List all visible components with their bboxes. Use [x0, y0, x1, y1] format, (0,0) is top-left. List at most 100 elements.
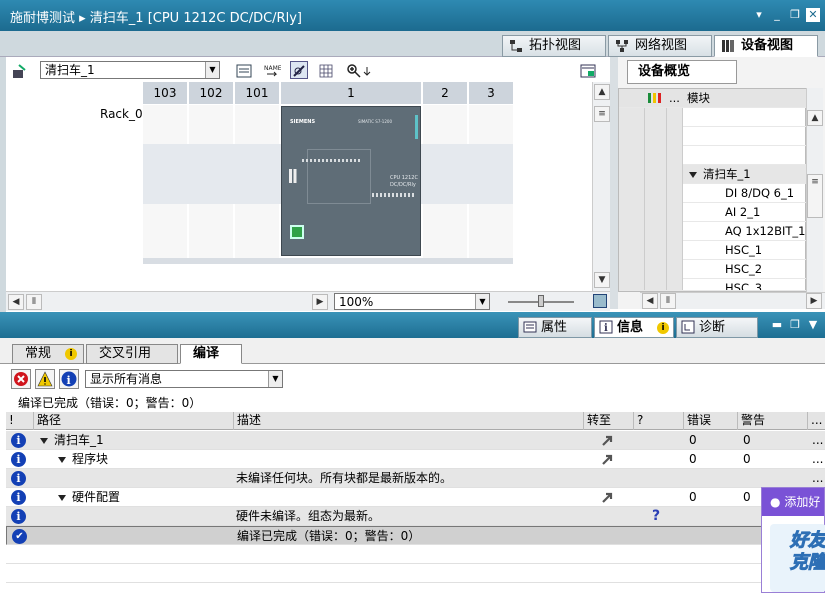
- name-toggle-icon[interactable]: NAME: [262, 61, 282, 79]
- expand-icon[interactable]: [58, 494, 66, 501]
- scroll-left-icon[interactable]: ◀: [642, 293, 658, 309]
- scroll-thumb[interactable]: ≡: [594, 106, 610, 122]
- message-table: ! 路径 描述 转至 ? 错误 警告 ... i 清扫车_1 0 0 ... i…: [6, 412, 825, 593]
- table-row[interactable]: i 程序块 0 0 ...: [6, 450, 825, 469]
- canvas-hscroll[interactable]: ◀ ⦀ ▶ 100% ▼: [6, 291, 610, 311]
- row-description: 未编译任何块。所有块都是最新版本的。: [236, 471, 453, 485]
- list-item[interactable]: [619, 146, 807, 165]
- zoom-slider[interactable]: [508, 295, 574, 307]
- chat-popup[interactable]: ● 添加好 好友 克隆: [761, 487, 825, 593]
- grid-icon[interactable]: [316, 61, 334, 79]
- overview-splitter[interactable]: [610, 57, 618, 309]
- tab-info[interactable]: i 信息 i: [594, 317, 674, 338]
- overview-vscroll[interactable]: ▲ ≡: [806, 88, 823, 292]
- table-row[interactable]: i 硬件未编译。组态为最新。 ?: [6, 507, 825, 526]
- collapse-icon[interactable]: ▾: [752, 8, 766, 22]
- float-icon[interactable]: ▬: [770, 318, 784, 332]
- tab-network-view[interactable]: 网络视图: [608, 35, 712, 57]
- expand-icon[interactable]: [689, 171, 697, 178]
- restore-icon[interactable]: ❐: [788, 318, 802, 332]
- list-item[interactable]: DI 8/DQ 6_1: [619, 184, 807, 203]
- chevron-down-icon[interactable]: ▼: [205, 62, 219, 78]
- expand-icon[interactable]: [58, 456, 66, 463]
- device-canvas[interactable]: 103 102 101 1 2 3 Rack_0 SIEMENS SIMATIC…: [6, 82, 610, 291]
- scroll-right-icon[interactable]: ▶: [312, 294, 328, 310]
- tab-general-label: 常规: [25, 346, 52, 361]
- scroll-right-icon[interactable]: ▶: [806, 293, 822, 309]
- table-row[interactable]: i 未编译任何块。所有块都是最新版本的。 ...: [6, 469, 825, 488]
- goto-arrow-icon[interactable]: [601, 491, 614, 504]
- minimize-icon[interactable]: _: [770, 8, 784, 22]
- close-icon[interactable]: ✕: [806, 8, 820, 22]
- scroll-up-icon[interactable]: ▲: [807, 110, 823, 126]
- col-warnings[interactable]: 警告: [738, 412, 808, 430]
- ethernet-port-icon[interactable]: [290, 225, 304, 239]
- scroll-left-icon[interactable]: ◀: [8, 294, 24, 310]
- overview-toggle-icon[interactable]: [578, 61, 596, 79]
- table-row[interactable]: i 硬件配置 0 0: [6, 488, 825, 507]
- chat-popup-header[interactable]: ● 添加好: [762, 488, 824, 516]
- message-filter-select[interactable]: 显示所有消息 ▼: [85, 370, 283, 388]
- status-led-bar: [415, 115, 418, 139]
- row-errors: 0: [689, 452, 697, 466]
- list-item[interactable]: HSC_3: [619, 279, 807, 291]
- tab-device-overview[interactable]: 设备概览: [627, 60, 737, 84]
- overview-hscroll[interactable]: ◀ ⦀ ▶: [640, 292, 825, 309]
- device-select[interactable]: 清扫车_1 ▼: [40, 61, 220, 79]
- zoom-slider-handle[interactable]: [538, 295, 544, 307]
- scroll-up-icon[interactable]: ▲: [594, 84, 610, 100]
- info-filter-icon[interactable]: i: [59, 369, 79, 389]
- list-item[interactable]: AQ 1x12BIT_1: [619, 222, 807, 241]
- row-description: 编译已完成（错误：0；警告：0）: [237, 529, 421, 543]
- row-warnings: 0: [743, 490, 751, 504]
- plc-cpu-module[interactable]: SIEMENS SIMATIC S7-1200 CPU 1212C DC/DC/…: [281, 106, 421, 256]
- list-item[interactable]: 清扫车_1: [619, 165, 807, 184]
- tab-info-label: 信息: [617, 320, 644, 335]
- show-modules-icon[interactable]: [234, 61, 252, 79]
- chevron-down-icon[interactable]: ▼: [475, 294, 489, 309]
- tab-diagnostics[interactable]: 诊断: [676, 317, 758, 338]
- col-description[interactable]: 描述: [234, 412, 584, 430]
- tab-device-view[interactable]: 设备视图: [714, 35, 818, 57]
- list-item[interactable]: [619, 127, 807, 146]
- slot-header: 3: [469, 82, 513, 104]
- fit-view-icon[interactable]: [593, 294, 607, 308]
- tab-cross-reference[interactable]: 交叉引用: [86, 344, 178, 364]
- warning-filter-icon[interactable]: [35, 369, 55, 389]
- help-icon[interactable]: ?: [652, 507, 660, 526]
- scroll-thumb[interactable]: ⦀: [660, 293, 676, 309]
- tab-topology-view[interactable]: 拓扑视图: [502, 35, 606, 57]
- error-filter-icon[interactable]: [11, 369, 31, 389]
- col-path[interactable]: 路径: [34, 412, 234, 430]
- list-item[interactable]: HSC_1: [619, 241, 807, 260]
- zoom-select[interactable]: 100% ▼: [334, 293, 490, 310]
- tab-properties[interactable]: 属性: [518, 317, 592, 338]
- scroll-thumb[interactable]: ≡: [807, 174, 823, 218]
- col-goto[interactable]: 转至: [584, 412, 634, 430]
- goto-arrow-icon[interactable]: [601, 434, 614, 447]
- view-mode-icon[interactable]: [290, 61, 308, 79]
- chevron-down-icon[interactable]: ▼: [268, 371, 282, 387]
- svg-text:NAME: NAME: [264, 65, 281, 72]
- list-item[interactable]: HSC_2: [619, 260, 807, 279]
- scroll-thumb[interactable]: ⦀: [26, 294, 42, 310]
- collapse-icon[interactable]: ▼: [806, 318, 820, 332]
- overview-col-module: 模块: [687, 91, 710, 105]
- tab-general[interactable]: 常规 i: [12, 344, 84, 364]
- device-properties-icon[interactable]: [10, 61, 28, 79]
- scroll-down-icon[interactable]: ▼: [594, 272, 610, 288]
- zoom-dropdown-icon[interactable]: [360, 61, 372, 79]
- list-item[interactable]: [619, 108, 807, 127]
- col-help[interactable]: ?: [634, 412, 684, 430]
- table-row[interactable]: i 清扫车_1 0 0 ...: [6, 431, 825, 450]
- table-row[interactable]: ✔ 编译已完成（错误：0；警告：0）: [6, 526, 825, 545]
- list-item[interactable]: AI 2_1: [619, 203, 807, 222]
- restore-icon[interactable]: ❐: [788, 8, 802, 22]
- tab-compile[interactable]: 编译: [180, 344, 242, 364]
- row-warnings: 0: [743, 452, 751, 466]
- expand-icon[interactable]: [40, 437, 48, 444]
- canvas-vscroll[interactable]: ▲ ≡ ▼: [592, 82, 610, 291]
- col-errors[interactable]: 错误: [684, 412, 738, 430]
- goto-arrow-icon[interactable]: [601, 453, 614, 466]
- row-more: ...: [812, 471, 824, 485]
